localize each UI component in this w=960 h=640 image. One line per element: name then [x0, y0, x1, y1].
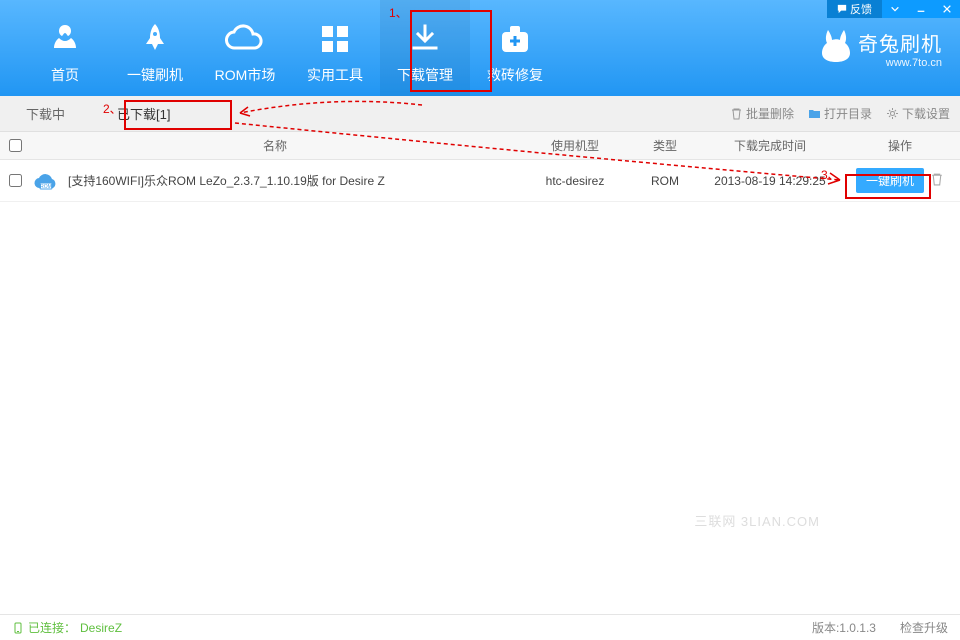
- row-model: htc-desirez: [520, 174, 630, 188]
- col-model: 使用机型: [520, 137, 630, 154]
- flash-button[interactable]: 一键刷机: [856, 168, 924, 193]
- table-header: 名称 使用机型 类型 下载完成时间 操作: [0, 132, 960, 160]
- watermark: 三联网 3LIAN.COM: [694, 511, 820, 530]
- col-name: 名称: [30, 137, 520, 154]
- chevron-down-icon: [890, 4, 900, 14]
- folder-icon: [808, 107, 821, 120]
- col-time: 下载完成时间: [700, 137, 840, 154]
- cloud-icon: [225, 19, 265, 59]
- nav-flash-label: 一键刷机: [127, 65, 183, 85]
- speech-icon: [837, 4, 847, 14]
- gear-icon: [886, 107, 899, 120]
- col-op: 操作: [840, 137, 960, 154]
- row-checkbox[interactable]: [9, 174, 22, 187]
- nav-rom-market[interactable]: ROM市场: [200, 0, 290, 96]
- home-icon: [48, 19, 82, 59]
- nav-download[interactable]: 下载管理: [380, 0, 470, 96]
- rom-file-icon: ROM: [34, 169, 58, 193]
- medical-icon: [498, 19, 532, 59]
- row-time: 2013-08-19 14:29:25: [700, 174, 840, 188]
- nav-tools-label: 实用工具: [307, 65, 363, 85]
- rocket-icon: [138, 19, 172, 59]
- open-folder-label: 打开目录: [824, 105, 872, 122]
- nav-flash[interactable]: 一键刷机: [110, 0, 200, 96]
- status-device: DesireZ: [80, 621, 122, 635]
- feedback-label: 反馈: [850, 1, 872, 17]
- svg-text:ROM: ROM: [40, 184, 52, 190]
- minimize-icon: [916, 4, 926, 14]
- main-header: 首页 一键刷机 ROM市场 实用工具 下载管理 救砖修复 奇兔: [0, 0, 960, 96]
- batch-delete-label: 批量删除: [746, 105, 794, 122]
- row-delete-button[interactable]: [930, 172, 944, 189]
- brand: 奇兔刷机 www.7to.cn: [820, 28, 942, 69]
- subheader: 下载中 已下载[1] 批量删除 打开目录 下载设置: [0, 96, 960, 132]
- nav-home-label: 首页: [51, 65, 79, 85]
- nav-download-label: 下载管理: [397, 65, 453, 85]
- tab-downloading[interactable]: 下载中: [0, 96, 91, 132]
- minimize-button[interactable]: [908, 0, 934, 18]
- status-connected-prefix: 已连接：: [28, 619, 76, 636]
- nav-rescue[interactable]: 救砖修复: [470, 0, 560, 96]
- brand-name: 奇兔刷机: [858, 28, 942, 57]
- nav-tools[interactable]: 实用工具: [290, 0, 380, 96]
- nav-home[interactable]: 首页: [20, 0, 110, 96]
- batch-delete-button[interactable]: 批量删除: [730, 105, 794, 122]
- device-icon: [12, 622, 24, 634]
- select-all-checkbox[interactable]: [9, 139, 22, 152]
- close-button[interactable]: [934, 0, 960, 18]
- download-icon: [408, 19, 442, 59]
- nav-rescue-label: 救砖修复: [487, 65, 543, 85]
- check-update-button[interactable]: 检查升级: [900, 619, 948, 636]
- row-name: [支持160WIFI]乐众ROM LeZo_2.3.7_1.10.19版 for…: [68, 172, 385, 189]
- brand-icon: [820, 28, 852, 69]
- nav-rom-label: ROM市场: [215, 65, 276, 85]
- col-type: 类型: [630, 137, 700, 154]
- row-type: ROM: [630, 174, 700, 188]
- statusbar: 已连接： DesireZ 版本:1.0.1.3 检查升级: [0, 614, 960, 640]
- grid-icon: [320, 19, 350, 59]
- tab-downloaded[interactable]: 已下载[1]: [91, 96, 196, 132]
- download-settings-button[interactable]: 下载设置: [886, 105, 950, 122]
- version-label: 版本:1.0.1.3: [812, 619, 876, 636]
- trash-icon: [930, 172, 944, 186]
- dropdown-button[interactable]: [882, 0, 908, 18]
- brand-url: www.7to.cn: [886, 57, 942, 69]
- download-settings-label: 下载设置: [902, 105, 950, 122]
- close-icon: [942, 4, 952, 14]
- feedback-button[interactable]: 反馈: [827, 0, 882, 18]
- trash-icon: [730, 107, 743, 120]
- open-folder-button[interactable]: 打开目录: [808, 105, 872, 122]
- table-row[interactable]: ROM [支持160WIFI]乐众ROM LeZo_2.3.7_1.10.19版…: [0, 160, 960, 202]
